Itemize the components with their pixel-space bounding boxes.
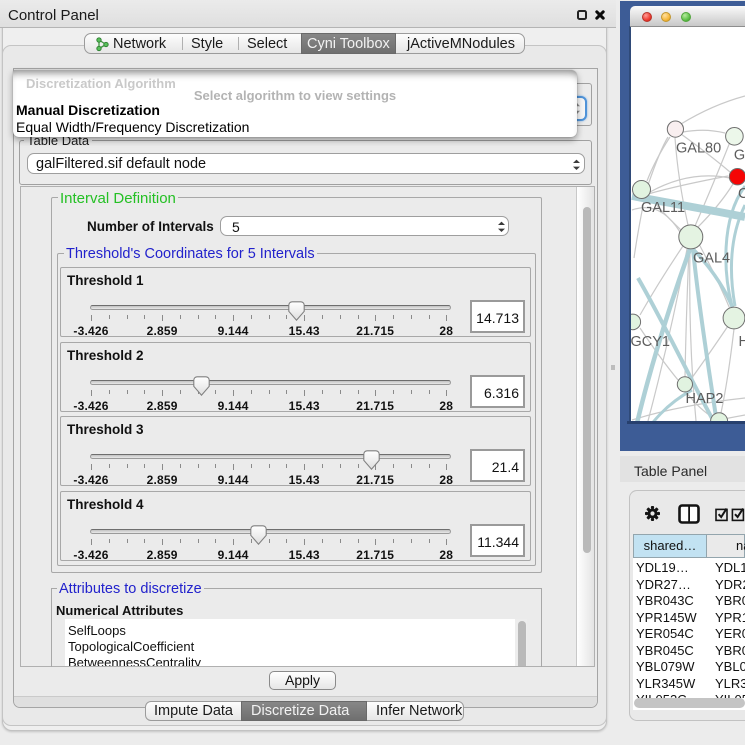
svg-text:GAL2: GAL2 bbox=[734, 148, 745, 164]
svg-text:GCY1: GCY1 bbox=[631, 334, 670, 350]
svg-text:HAP2: HAP2 bbox=[686, 391, 724, 407]
svg-text:GAL4: GAL4 bbox=[693, 251, 730, 267]
svg-text:HIS: HIS bbox=[739, 334, 745, 350]
svg-text:CDC1: CDC1 bbox=[738, 186, 745, 202]
svg-text:GAL80: GAL80 bbox=[676, 140, 721, 156]
svg-text:GAL11: GAL11 bbox=[641, 200, 685, 216]
